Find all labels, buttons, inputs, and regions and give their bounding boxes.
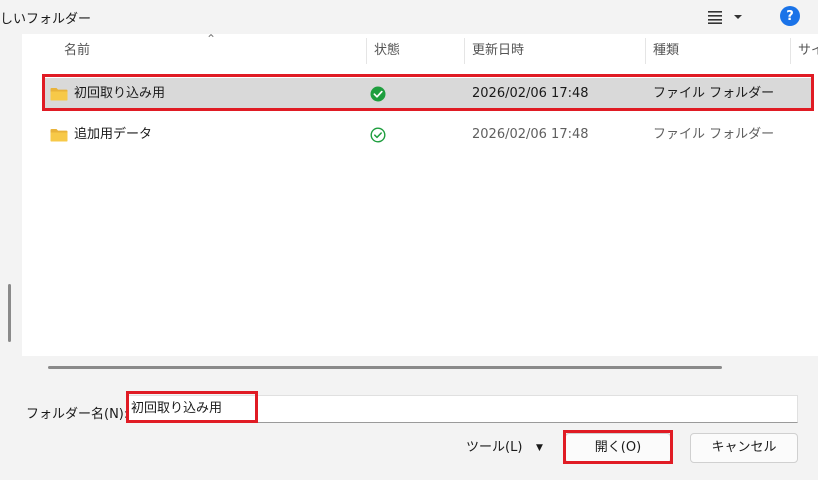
folder-icon (50, 88, 68, 101)
horizontal-scrollbar[interactable] (22, 356, 818, 378)
column-name[interactable]: 名前 (56, 34, 90, 68)
column-size[interactable]: サイ (790, 34, 818, 68)
folder-name-label: フォルダー名(N): (26, 407, 129, 422)
list-item[interactable]: 追加用データ 2026/02/06 17:48 ファイル フォルダー (44, 119, 812, 151)
tools-button[interactable]: ツール(L) ▼ (466, 434, 550, 462)
toolbar: しいフォルダー ? (0, 0, 818, 34)
item-type: ファイル フォルダー (653, 86, 775, 101)
dialog-footer: フォルダー名(N): 初回取り込み用 ツール(L) ▼ 開く(O) キャンセル (0, 378, 818, 480)
sort-ascending-icon: ⌃ (206, 34, 217, 46)
chevron-down-icon: ▼ (536, 443, 543, 453)
column-modified[interactable]: 更新日時 (464, 34, 524, 68)
chevron-down-icon (734, 15, 742, 19)
item-modified: 2026/02/06 17:48 (472, 86, 589, 101)
item-type: ファイル フォルダー (653, 127, 775, 142)
navigation-pane-edge (0, 34, 22, 378)
file-list: ⌃ 名前 状態 更新日時 種類 サイ 初回取り込み用 2026/02/06 17… (22, 34, 818, 356)
column-header: ⌃ 名前 状態 更新日時 種類 サイ (22, 34, 818, 68)
view-list-icon (708, 11, 722, 24)
item-modified: 2026/02/06 17:48 (472, 127, 589, 142)
view-options-button[interactable] (700, 6, 750, 28)
column-status[interactable]: 状態 (366, 34, 400, 68)
list-item[interactable]: 初回取り込み用 2026/02/06 17:48 ファイル フォルダー (44, 78, 812, 110)
new-folder-button[interactable]: しいフォルダー (0, 8, 91, 27)
cancel-button[interactable]: キャンセル (690, 433, 798, 463)
open-button[interactable]: 開く(O) (565, 433, 671, 463)
folder-name-input[interactable]: 初回取り込み用 (126, 395, 798, 423)
folder-icon (50, 129, 68, 142)
sync-status-icon (370, 86, 386, 102)
navigation-scrollbar[interactable] (8, 284, 11, 342)
scrollbar-thumb[interactable] (48, 366, 722, 369)
item-name: 追加用データ (74, 127, 153, 142)
help-button[interactable]: ? (780, 6, 800, 26)
column-type[interactable]: 種類 (645, 34, 679, 68)
item-name: 初回取り込み用 (74, 86, 166, 101)
tools-label: ツール(L) (466, 440, 523, 455)
available-status-icon (370, 127, 386, 143)
